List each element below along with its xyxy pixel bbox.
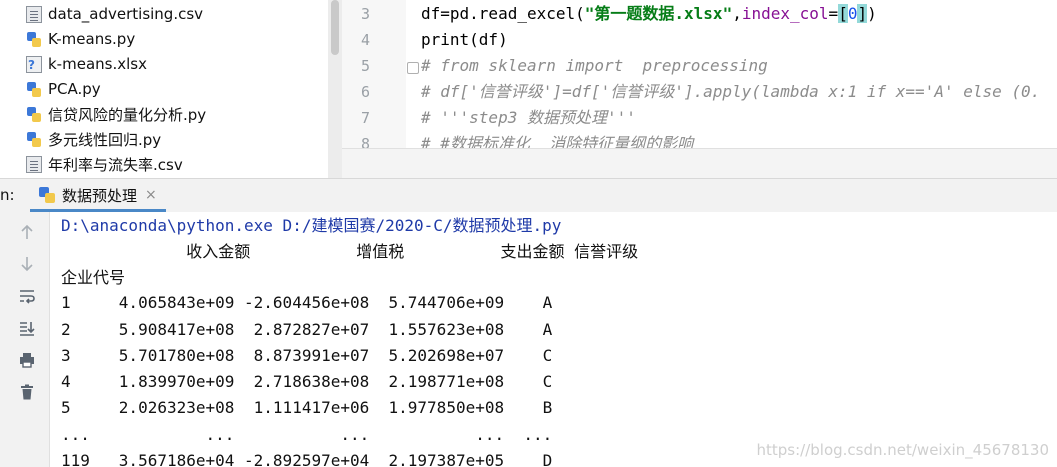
- tree-scrollbar-thumb[interactable]: [331, 0, 339, 55]
- console-index-name: 企业代号: [61, 268, 126, 287]
- code-line[interactable]: df=pd.read_excel("第一题数据.xlsx",index_col=…: [421, 1, 877, 27]
- console-header-row: 收入金额 增值税 支出金额 信誉评级: [61, 242, 639, 261]
- tab-title: 数据预处理: [62, 186, 138, 205]
- editor-bottom-bar: [342, 149, 1057, 178]
- code-line[interactable]: print(df): [421, 27, 508, 53]
- tree-item-label: K-means.py: [48, 30, 136, 48]
- down-arrow-icon[interactable]: [17, 254, 37, 274]
- line-number: 7: [360, 109, 370, 127]
- console-ellipsis-row: ... ... ... ... ...: [61, 425, 553, 444]
- tree-item-label: data_advertising.csv: [48, 5, 204, 23]
- tree-item-label: 多元线性回归.py: [48, 130, 162, 149]
- line-number: 3: [360, 5, 370, 23]
- up-arrow-icon[interactable]: [17, 222, 37, 242]
- fold-marker-icon[interactable]: [407, 62, 419, 74]
- run-label: n:: [0, 186, 15, 204]
- tree-item-label: PCA.py: [48, 80, 101, 98]
- line-number: 5: [360, 57, 370, 75]
- xlsx-file-icon: ?: [26, 55, 42, 73]
- line-number: 6: [360, 83, 370, 101]
- csv-file-icon: [26, 155, 42, 173]
- print-icon[interactable]: [17, 350, 37, 370]
- tree-item-data-advertising-csv[interactable]: data_advertising.csv: [26, 2, 203, 26]
- console-command: D:\anaconda\python.exe D:/建模国赛/2020-C/数据…: [61, 216, 562, 235]
- python-file-icon: [26, 81, 42, 98]
- tree-item-rate-churn-csv[interactable]: 年利率与流失率.csv: [26, 152, 183, 176]
- tree-item-k-means-py[interactable]: K-means.py: [26, 27, 135, 51]
- trash-icon[interactable]: [17, 382, 37, 402]
- console-data-row: 3 5.701780e+08 8.873991e+07 5.202698e+07…: [61, 346, 553, 365]
- close-icon[interactable]: ×: [145, 187, 157, 203]
- watermark: https://blog.csdn.net/weixin_45678130: [756, 441, 1049, 459]
- console-data-row: 4 1.839970e+09 2.718638e+08 2.198771e+08…: [61, 372, 553, 391]
- console-data-row: 119 3.567186e+04 -2.892597e+04 2.197387e…: [61, 451, 553, 467]
- run-console[interactable]: D:\anaconda\python.exe D:/建模国赛/2020-C/数据…: [50, 212, 1057, 467]
- code-line-comment[interactable]: # '''step3 数据预处理''': [421, 105, 636, 131]
- tree-item-pca-py[interactable]: PCA.py: [26, 77, 101, 101]
- code-line-comment[interactable]: # from sklearn import preprocessing: [421, 53, 768, 79]
- tree-item-linear-regression-py[interactable]: 多元线性回归.py: [26, 127, 161, 151]
- python-file-icon: [26, 31, 42, 48]
- console-data-row: 2 5.908417e+08 2.872827e+07 1.557623e+08…: [61, 320, 553, 339]
- line-number: 4: [360, 31, 370, 49]
- soft-wrap-icon[interactable]: [17, 286, 37, 306]
- scroll-to-end-icon[interactable]: [17, 318, 37, 338]
- project-tree: data_advertising.csv K-means.py ? k-mean…: [0, 0, 342, 178]
- tree-item-k-means-xlsx[interactable]: ? k-means.xlsx: [26, 52, 147, 76]
- csv-file-icon: [26, 5, 42, 23]
- run-side-toolbar: [0, 212, 50, 467]
- tree-item-label: 年利率与流失率.csv: [48, 155, 183, 174]
- python-file-icon: [38, 186, 56, 204]
- tree-item-credit-risk-py[interactable]: 信贷风险的量化分析.py: [26, 102, 206, 126]
- console-data-row: 5 2.026323e+08 1.111417e+06 1.977850e+08…: [61, 398, 553, 417]
- tree-item-label: 信贷风险的量化分析.py: [48, 105, 207, 124]
- code-line-comment[interactable]: # df['信誉评级']=df['信誉评级'].apply(lambda x:1…: [421, 79, 1040, 105]
- python-file-icon: [26, 106, 42, 123]
- console-data-row: 1 4.065843e+09 -2.604456e+08 5.744706e+0…: [61, 293, 553, 312]
- tree-item-label: k-means.xlsx: [48, 55, 147, 73]
- python-file-icon: [26, 131, 42, 148]
- tab-run-config[interactable]: 数据预处理 ×: [30, 180, 166, 210]
